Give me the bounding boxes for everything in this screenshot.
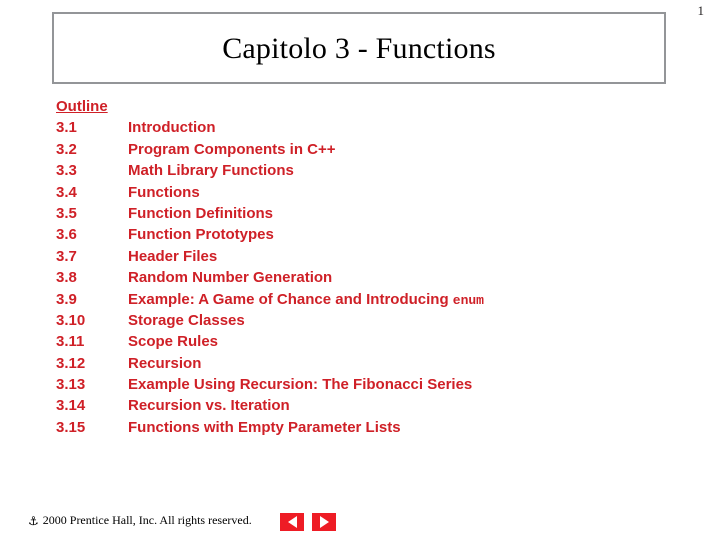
outline-item-number: 3.10 bbox=[56, 311, 86, 329]
outline-item-label: Example: A Game of Chance and Introducin… bbox=[128, 289, 484, 311]
footer: ⚓ 2000 Prentice Hall, Inc. All rights re… bbox=[28, 509, 252, 531]
outline-item[interactable]: 3.8 Random Number Generation bbox=[56, 267, 696, 288]
outline-item-label-text: Recursion bbox=[128, 354, 202, 372]
outline-item[interactable]: 3.3 Math Library Functions bbox=[56, 160, 696, 181]
outline-item-label-text: Function Prototypes bbox=[128, 226, 274, 244]
outline-item-label: Functions with Empty Parameter Lists bbox=[128, 417, 401, 438]
outline-item-label: Function Prototypes bbox=[128, 224, 274, 245]
outline-item[interactable]: 3.12 Recursion bbox=[56, 353, 696, 374]
outline-item-number: 3.3 bbox=[56, 162, 77, 180]
outline-item-label-text: Scope Rules bbox=[128, 333, 219, 351]
outline-item[interactable]: 3.5 Function Definitions bbox=[56, 203, 696, 224]
outline-item-label: Program Components in C++ bbox=[128, 139, 336, 160]
outline-heading: Outline bbox=[56, 98, 108, 115]
outline-item-label-text: Function Definitions bbox=[128, 204, 273, 222]
outline-item[interactable]: 3.4 Functions bbox=[56, 182, 696, 203]
outline-item-number: 3.4 bbox=[56, 183, 77, 201]
outline-item-label-text: Functions with Empty Parameter Lists bbox=[128, 418, 401, 436]
outline-item-number: 3.1 bbox=[56, 119, 77, 137]
outline-item-label-text: Program Components in C++ bbox=[128, 140, 336, 158]
outline-item-label: Storage Classes bbox=[128, 310, 245, 331]
previous-slide-button[interactable] bbox=[280, 513, 304, 531]
outline-item-label: Functions bbox=[128, 182, 200, 203]
outline-item-label-text: Header Files bbox=[128, 247, 218, 265]
outline-item-number: 3.14 bbox=[56, 397, 86, 415]
outline-item-label-text: Example: A Game of Chance and Introducin… bbox=[128, 290, 453, 308]
outline-item-number: 3.11 bbox=[56, 333, 85, 351]
triangle-left-icon bbox=[287, 516, 297, 528]
outline-item-number: 3.12 bbox=[56, 354, 86, 372]
outline-item[interactable]: 3.1 Introduction bbox=[56, 117, 696, 138]
outline-item[interactable]: 3.2 Program Components in C++ bbox=[56, 139, 696, 160]
outline-item-label: Math Library Functions bbox=[128, 160, 294, 181]
outline-item[interactable]: 3.13 Example Using Recursion: The Fibonac… bbox=[56, 374, 696, 395]
outline-item-label: Random Number Generation bbox=[128, 267, 332, 288]
outline-item-label-text: Introduction bbox=[128, 119, 216, 137]
outline-item-label-text: Math Library Functions bbox=[128, 162, 294, 180]
outline-item-number: 3.15 bbox=[56, 418, 86, 436]
outline-item-label: Scope Rules bbox=[128, 331, 218, 352]
outline-item-label: Header Files bbox=[128, 246, 217, 267]
slide-canvas: 1 Capitolo 3 - Functions Outline 3.1 Intr… bbox=[0, 0, 720, 540]
outline-item[interactable]: 3.10 Storage Classes bbox=[56, 310, 696, 331]
outline-item-number: 3.2 bbox=[56, 140, 77, 158]
outline-item-label-text: Example Using Recursion: The Fibonacci S… bbox=[128, 376, 473, 394]
outline-item-label-text: Recursion vs. Iteration bbox=[128, 397, 290, 415]
outline-item-label: Introduction bbox=[128, 117, 215, 138]
title-box: Capitolo 3 - Functions bbox=[52, 12, 666, 84]
slide-title: Capitolo 3 - Functions bbox=[222, 31, 496, 65]
outline-item-label-text: Random Number Generation bbox=[128, 269, 333, 287]
copyright-anchor-glyph-icon: ⚓ bbox=[28, 514, 39, 528]
outline-item[interactable]: 3.11 Scope Rules bbox=[56, 331, 696, 352]
page-number: 1 bbox=[697, 3, 705, 18]
navigation-buttons bbox=[280, 513, 336, 531]
outline-item[interactable]: 3.7 Header Files bbox=[56, 246, 696, 267]
outline-item[interactable]: 3.14 Recursion vs. Iteration bbox=[56, 395, 696, 416]
outline-item[interactable]: 3.9 Example: A Game of Chance and Introdu… bbox=[56, 289, 696, 310]
outline-item-label: Recursion vs. Iteration bbox=[128, 395, 290, 416]
copyright-text: 2000 Prentice Hall, Inc. All rights rese… bbox=[42, 513, 252, 527]
next-slide-button[interactable] bbox=[312, 513, 336, 531]
outline-item-number: 3.8 bbox=[56, 269, 77, 287]
outline-item-number: 3.7 bbox=[56, 247, 77, 265]
outline-item-number: 3.13 bbox=[56, 376, 86, 394]
outline-item-label-text: Functions bbox=[128, 183, 200, 201]
outline-item-number: 3.5 bbox=[56, 204, 77, 222]
outline-item-number: 3.6 bbox=[56, 226, 77, 244]
outline-item-label: Example Using Recursion: The Fibonacci S… bbox=[128, 374, 472, 395]
triangle-right-icon bbox=[319, 516, 329, 528]
outline-item-code-token: enum bbox=[452, 292, 484, 308]
outline-item[interactable]: 3.6 Function Prototypes bbox=[56, 224, 696, 245]
outline-list: 3.1 Introduction 3.2 Program Components in … bbox=[56, 117, 696, 438]
outline-item-label: Recursion bbox=[128, 353, 201, 374]
outline-section: Outline 3.1 Introduction 3.2 Program Compon… bbox=[56, 96, 696, 438]
outline-item-number: 3.9 bbox=[56, 290, 77, 308]
outline-item-label-text: Storage Classes bbox=[128, 311, 245, 329]
outline-item[interactable]: 3.15 Functions with Empty Parameter Lists bbox=[56, 417, 696, 438]
outline-item-label: Function Definitions bbox=[128, 203, 273, 224]
